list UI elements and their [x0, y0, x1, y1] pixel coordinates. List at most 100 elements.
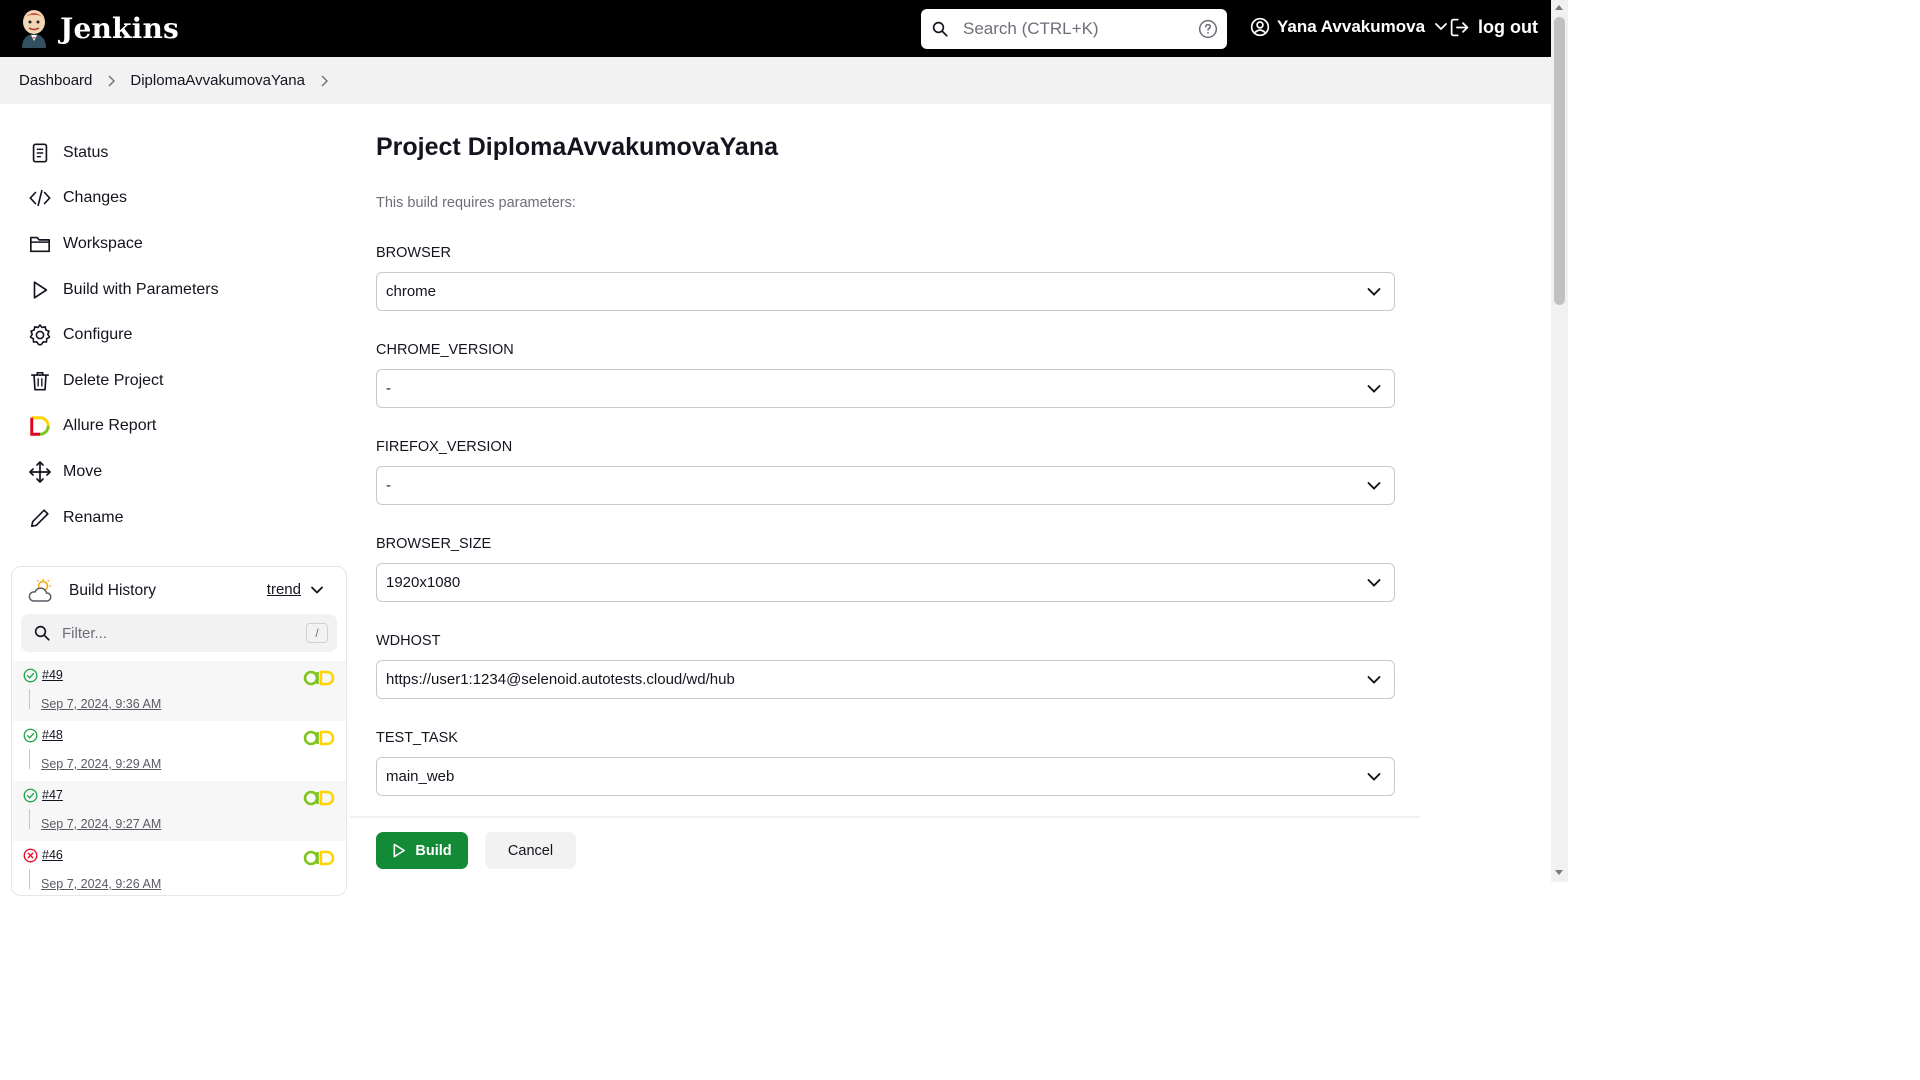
parameters-subtitle: This build requires parameters:: [376, 195, 576, 211]
build-number-link[interactable]: #48: [42, 728, 63, 742]
allure-icon[interactable]: [303, 730, 335, 746]
logout-label: log out: [1478, 17, 1538, 37]
search-icon: [34, 625, 50, 641]
user-menu[interactable]: Yana Avvakumova: [1250, 17, 1451, 37]
success-check-icon: [23, 788, 38, 803]
sidebar-item-build-with-parameters[interactable]: Build with Parameters: [28, 267, 219, 313]
trend-dropdown[interactable]: trend: [267, 581, 324, 598]
move-icon: [28, 460, 52, 484]
sidebar-item-label: Configure: [63, 326, 133, 344]
select-value: 1920x1080: [386, 574, 461, 591]
breadcrumb: Dashboard DiplomaAvvakumovaYana: [0, 57, 1551, 104]
select-value: -: [386, 380, 391, 397]
build-button-label: Build: [415, 842, 452, 859]
build-row[interactable]: #47 Sep 7, 2024, 9:27 AM: [12, 781, 346, 841]
chevron-right-icon[interactable]: [320, 75, 328, 87]
build-number-link[interactable]: #49: [42, 668, 63, 682]
wdhost-select[interactable]: https://user1:1234@selenoid.autotests.cl…: [376, 660, 1395, 699]
param-label-browser-size: BROWSER_SIZE: [376, 536, 492, 552]
chevron-down-icon: [311, 586, 323, 594]
build-row[interactable]: #49 Sep 7, 2024, 9:36 AM: [12, 661, 346, 721]
build-number-link[interactable]: #47: [42, 788, 63, 802]
build-history-header: Build History trend: [28, 579, 334, 603]
chevron-right-icon: [107, 75, 116, 87]
param-label-firefox-version: FIREFOX_VERSION: [376, 439, 513, 455]
document-icon: [28, 141, 52, 165]
test-task-select[interactable]: main_web: [376, 757, 1395, 796]
build-date-link[interactable]: Sep 7, 2024, 9:29 AM: [41, 757, 161, 771]
user-avatar-icon: [1250, 17, 1270, 37]
cancel-button-label: Cancel: [507, 842, 554, 859]
breadcrumb-dashboard[interactable]: Dashboard: [19, 72, 92, 89]
param-label-wdhost: WDHOST: [376, 633, 441, 649]
footer-divider: [350, 816, 1420, 818]
logo-text: Jenkins: [60, 11, 179, 45]
build-timeline: [29, 749, 30, 769]
scroll-up-arrow-icon[interactable]: [1555, 5, 1563, 10]
chevron-down-icon: [1367, 676, 1381, 684]
scroll-down-arrow-icon[interactable]: [1555, 870, 1563, 875]
chrome-version-select[interactable]: -: [376, 369, 1395, 408]
sidebar-item-allure-report[interactable]: Allure Report: [28, 404, 219, 450]
success-check-icon: [23, 728, 38, 743]
scroll-thumb[interactable]: [1554, 17, 1565, 305]
sidebar-item-label: Build with Parameters: [63, 280, 219, 298]
build-history-panel: Build History trend / #49 Sep 7, 2024, 9…: [11, 566, 347, 896]
allure-icon[interactable]: [303, 790, 335, 806]
build-date-link[interactable]: Sep 7, 2024, 9:36 AM: [41, 697, 161, 711]
select-value: -: [386, 477, 391, 494]
sidebar-item-changes[interactable]: Changes: [28, 176, 219, 222]
build-history-title: Build History: [69, 582, 156, 599]
search-input[interactable]: [963, 19, 1183, 39]
sidebar-item-label: Rename: [63, 508, 124, 526]
failed-x-icon: [23, 848, 38, 863]
search-box[interactable]: [921, 9, 1227, 49]
select-value: main_web: [386, 768, 455, 785]
user-name: Yana Avvakumova: [1277, 17, 1426, 36]
sidebar-item-rename[interactable]: Rename: [28, 495, 219, 541]
build-timeline: [29, 809, 30, 829]
weather-cloudy-sun-icon: [28, 579, 52, 602]
build-date-link[interactable]: Sep 7, 2024, 9:27 AM: [41, 817, 161, 831]
sidebar-item-label: Delete Project: [63, 371, 164, 389]
build-filter-input[interactable]: [62, 624, 292, 642]
search-icon: [932, 21, 948, 37]
folder-icon: [28, 232, 52, 256]
build-date-link[interactable]: Sep 7, 2024, 9:26 AM: [41, 877, 161, 891]
jenkins-logo[interactable]: Jenkins: [18, 8, 179, 48]
chevron-down-icon: [1367, 288, 1381, 296]
build-filter[interactable]: /: [21, 614, 337, 652]
sidebar-item-delete-project[interactable]: Delete Project: [28, 358, 219, 404]
page-title: Project DiplomaAvvakumovaYana: [376, 133, 779, 161]
browser-select[interactable]: chrome: [376, 272, 1395, 311]
sidebar-item-status[interactable]: Status: [28, 130, 219, 176]
chevron-down-icon: [1367, 482, 1381, 490]
build-number-link[interactable]: #46: [42, 848, 63, 862]
logout-icon: [1450, 18, 1469, 37]
gear-icon: [28, 323, 52, 347]
jenkins-butler-icon: [22, 10, 46, 48]
sidebar-nav: Status Changes Workspace Build with Para…: [28, 130, 219, 540]
select-value: https://user1:1234@selenoid.autotests.cl…: [386, 671, 735, 688]
breadcrumb-project[interactable]: DiplomaAvvakumovaYana: [130, 72, 305, 89]
build-row[interactable]: #46 Sep 7, 2024, 9:26 AM: [12, 841, 346, 895]
firefox-version-select[interactable]: -: [376, 466, 1395, 505]
allure-icon[interactable]: [303, 670, 335, 686]
build-timeline: [29, 689, 30, 709]
allure-icon[interactable]: [303, 850, 335, 866]
build-row[interactable]: #48 Sep 7, 2024, 9:29 AM: [12, 721, 346, 781]
page-scrollbar[interactable]: [1551, 0, 1568, 882]
trend-label: trend: [266, 581, 301, 598]
help-icon[interactable]: [1198, 19, 1218, 39]
play-icon: [393, 843, 406, 858]
logout-link[interactable]: log out: [1449, 17, 1538, 38]
cancel-button[interactable]: Cancel: [485, 832, 576, 869]
sidebar-item-configure[interactable]: Configure: [28, 312, 219, 358]
sidebar-item-label: Allure Report: [63, 417, 157, 435]
code-icon: [28, 186, 52, 210]
sidebar-item-move[interactable]: Move: [28, 449, 219, 495]
build-button[interactable]: Build: [376, 832, 468, 869]
sidebar-item-workspace[interactable]: Workspace: [28, 221, 219, 267]
browser-size-select[interactable]: 1920x1080: [376, 563, 1395, 602]
chevron-down-icon: [1367, 773, 1381, 781]
